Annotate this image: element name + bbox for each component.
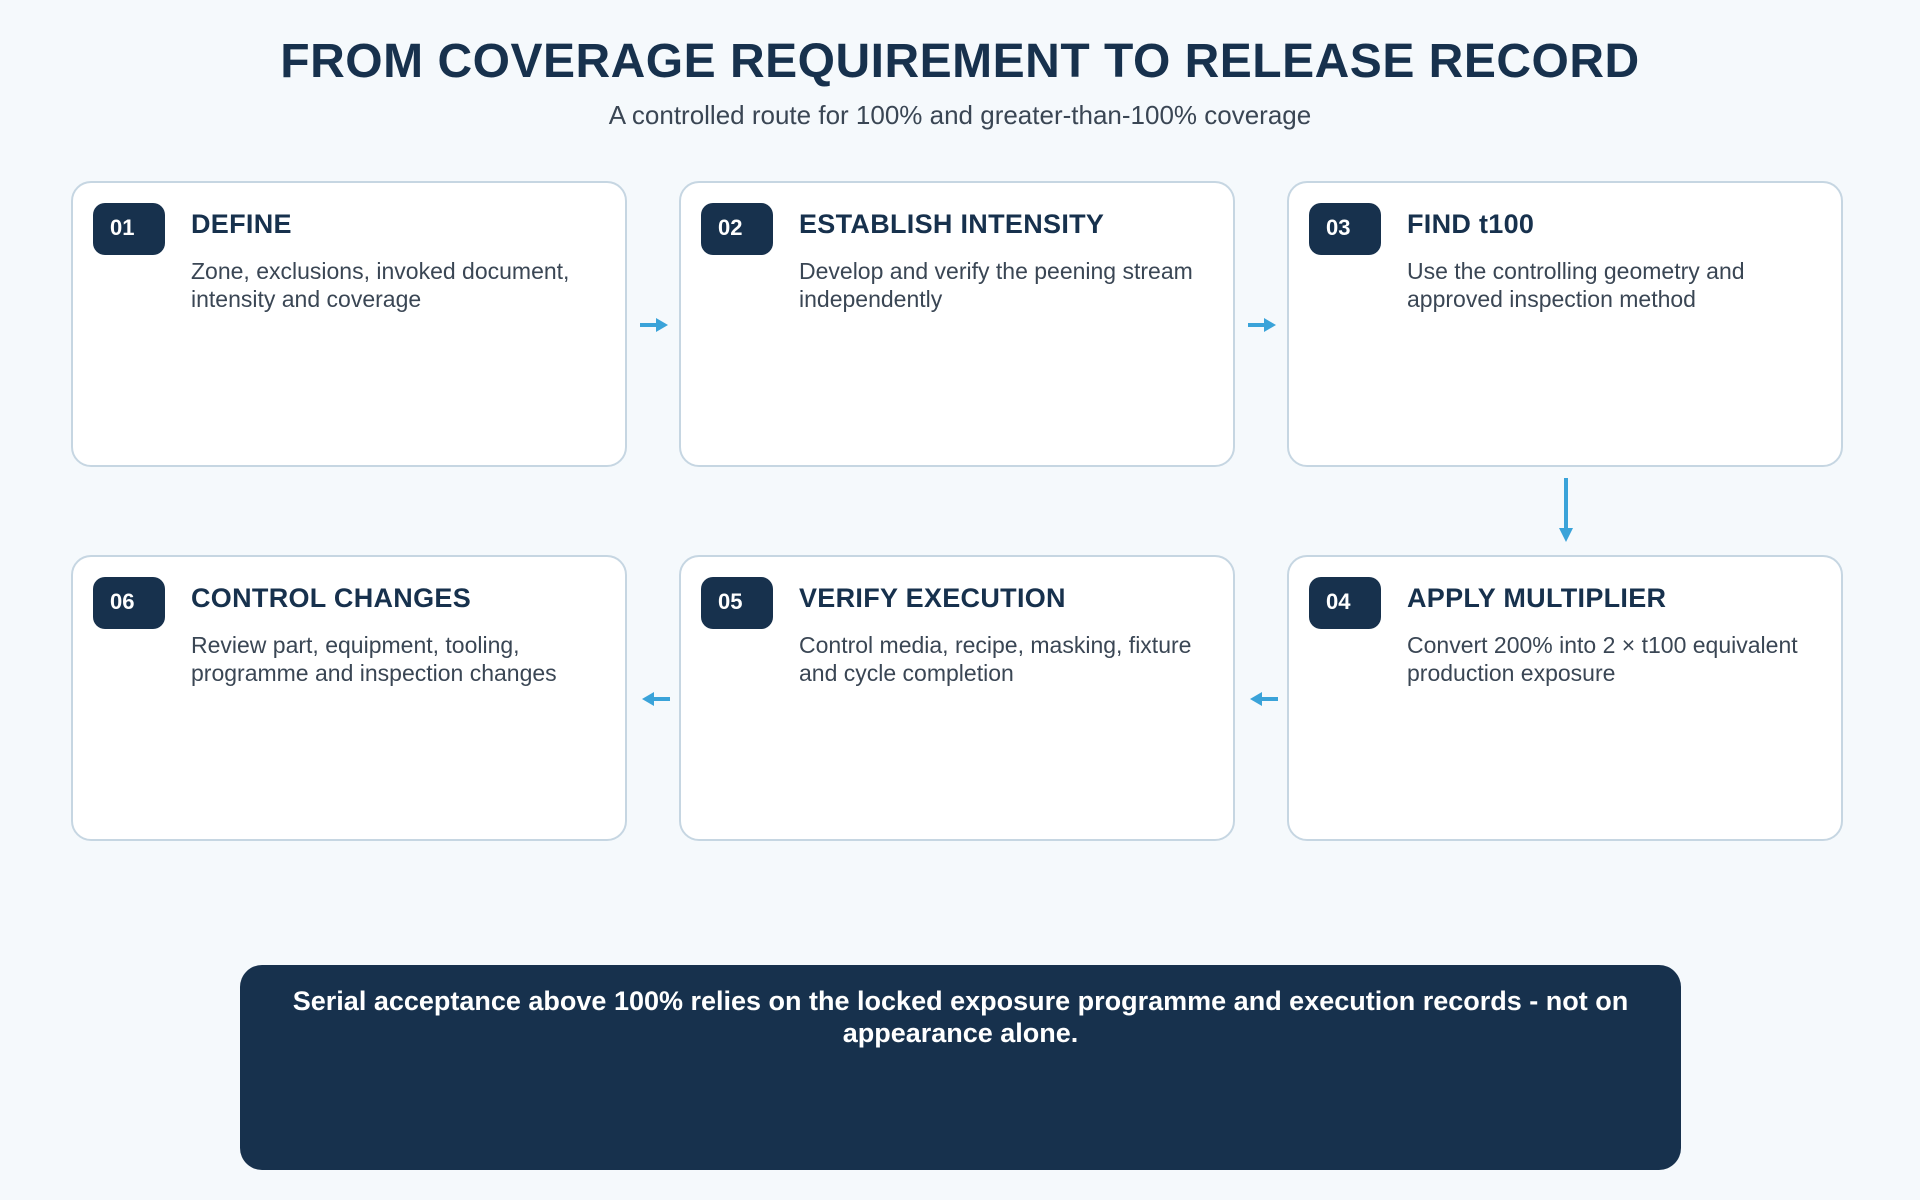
step-card-find-t100: 03 FIND t100 Use the controlling geometr…	[1287, 181, 1843, 467]
step-number-badge: 04	[1309, 577, 1381, 629]
step-description: Control media, recipe, masking, fixture …	[799, 632, 1192, 686]
summary-banner: Serial acceptance above 100% relies on t…	[240, 965, 1681, 1170]
step-number-badge: 05	[701, 577, 773, 629]
step-description: Use the controlling geometry and approve…	[1407, 258, 1745, 312]
step-title: CONTROL CHANGES	[191, 583, 472, 613]
page-title: FROM COVERAGE REQUIREMENT TO RELEASE REC…	[280, 35, 1640, 88]
arrow-down-icon	[1559, 478, 1573, 542]
step-number-badge: 06	[93, 577, 165, 629]
step-card-define: 01 DEFINE Zone, exclusions, invoked docu…	[71, 181, 627, 467]
step-description: Develop and verify the peening stream in…	[799, 258, 1193, 312]
arrow-left-icon	[1250, 692, 1278, 706]
step-card-establish-intensity: 02 ESTABLISH INTENSITY Develop and verif…	[679, 181, 1235, 467]
step-title: ESTABLISH INTENSITY	[799, 209, 1105, 239]
step-number-badge: 01	[93, 203, 165, 255]
step-description: Review part, equipment, tooling, program…	[191, 632, 557, 686]
step-title: APPLY MULTIPLIER	[1407, 583, 1667, 613]
step-card-verify-execution: 05 VERIFY EXECUTION Control media, recip…	[679, 555, 1235, 841]
summary-banner-text: Serial acceptance above 100% relies on t…	[292, 986, 1629, 1048]
step-card-apply-multiplier: 04 APPLY MULTIPLIER Convert 200% into 2 …	[1287, 555, 1843, 841]
step-card-control-changes: 06 CONTROL CHANGES Review part, equipmen…	[71, 555, 627, 841]
page-subtitle: A controlled route for 100% and greater-…	[608, 100, 1312, 130]
step-title: DEFINE	[191, 209, 292, 239]
step-description: Convert 200% into 2 × t100 equivalent pr…	[1407, 632, 1798, 686]
step-number-badge: 03	[1309, 203, 1381, 255]
step-description: Zone, exclusions, invoked document, inte…	[191, 258, 570, 312]
step-number-badge: 02	[701, 203, 773, 255]
step-title: FIND t100	[1407, 209, 1535, 239]
step-title: VERIFY EXECUTION	[799, 583, 1066, 613]
arrow-right-icon	[1248, 318, 1276, 332]
arrow-right-icon	[640, 318, 668, 332]
flow-diagram-page: FROM COVERAGE REQUIREMENT TO RELEASE REC…	[0, 0, 1920, 1200]
arrow-left-icon	[642, 692, 670, 706]
